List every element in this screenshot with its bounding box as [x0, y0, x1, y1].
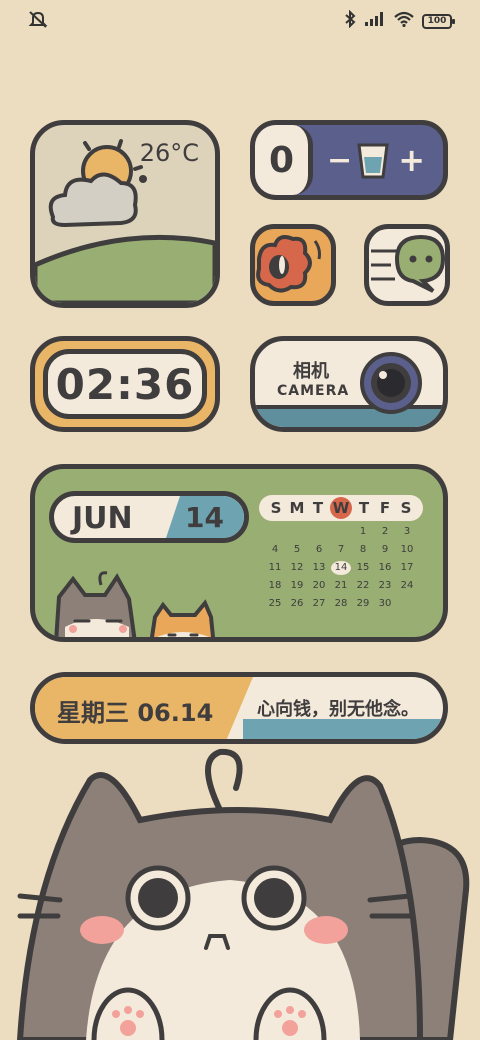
clock-time: 02:36 [43, 349, 207, 419]
calendar-date-cell[interactable]: 19 [287, 579, 307, 593]
battery-icon: 100 [422, 13, 455, 29]
cat-wallpaper [16, 748, 470, 1040]
calendar-date-cell[interactable]: 17 [397, 561, 417, 575]
calendar-date-cell[interactable]: 11 [265, 561, 285, 575]
decrease-water-button[interactable]: − [327, 143, 352, 178]
calendar-month: JUN [72, 501, 133, 536]
calendar-date-cell[interactable]: 29 [353, 597, 373, 611]
wifi-icon [394, 11, 414, 31]
calendar-date-cell[interactable]: 7 [331, 543, 351, 557]
weekday-header: SMTWTFS [259, 495, 423, 521]
calendar-date-cell[interactable]: 28 [331, 597, 351, 611]
calendar-date-cell[interactable]: 15 [353, 561, 373, 575]
cats-illustration [54, 571, 216, 637]
weekday-label: W [330, 497, 352, 519]
quote-widget[interactable]: 星期三 06.14 心向钱，别无他念。 [30, 672, 448, 744]
calendar-date-cell[interactable]: 16 [375, 561, 395, 575]
calendar-date-cell[interactable]: 14 [331, 561, 351, 575]
red-creature-app-icon[interactable] [250, 224, 336, 306]
calendar-week-row: 18 19 20 21 22 23 24 [259, 579, 423, 593]
weekday-label: T [358, 499, 370, 517]
camera-label-en: CAMERA [277, 383, 350, 399]
weekday-label: S [400, 499, 412, 517]
temperature-label: 26°C [139, 139, 199, 167]
weather-widget[interactable]: 26°C [30, 120, 220, 308]
calendar-date-cell[interactable] [397, 597, 417, 611]
calendar-date-cell[interactable]: 6 [309, 543, 329, 557]
camera-widget[interactable]: 相机 CAMERA [250, 336, 448, 432]
calendar-date-cell[interactable]: 9 [375, 543, 395, 557]
status-bar: 100 [0, 0, 480, 40]
date-tag: JUN 14 [49, 491, 249, 543]
mute-icon [28, 10, 48, 32]
calendar-date-cell[interactable]: 2 [375, 525, 395, 539]
water-count: 0 [255, 125, 313, 195]
quote-date: 星期三 06.14 [57, 699, 214, 727]
calendar-date-cell[interactable]: 4 [265, 543, 285, 557]
calendar-week-row: 25 26 27 28 29 30 [259, 597, 423, 611]
green-chat-app-icon[interactable] [364, 224, 450, 306]
camera-lens-icon [359, 351, 423, 419]
calendar-week-row: 4 5 6 7 8 9 10 [259, 543, 423, 557]
calendar-date-cell[interactable]: 22 [353, 579, 373, 593]
calendar-day: 14 [185, 501, 224, 534]
calendar-date-cell[interactable]: 10 [397, 543, 417, 557]
calendar-date-cell[interactable] [265, 525, 285, 539]
calendar-date-cell[interactable] [331, 525, 351, 539]
weekday-label: T [312, 499, 324, 517]
calendar-date-cell[interactable]: 23 [375, 579, 395, 593]
weekday-label: S [270, 499, 282, 517]
clock-widget[interactable]: 02:36 [30, 336, 220, 432]
camera-label-zh: 相机 [293, 361, 329, 382]
calendar-date-cell[interactable]: 24 [397, 579, 417, 593]
calendar-date-cell[interactable]: 3 [397, 525, 417, 539]
calendar-widget[interactable]: JUN 14 SMTWTFS 1 2 3 4 5 6 7 8 9 10 11 12 13 14 15 16 17… [30, 464, 448, 642]
weekday-label: F [379, 499, 391, 517]
calendar-date-cell[interactable]: 8 [353, 543, 373, 557]
calendar-date-cell[interactable] [287, 525, 307, 539]
month-grid: SMTWTFS 1 2 3 4 5 6 7 8 9 10 11 12 13 14 15 16 17 18 19 20 2… [259, 495, 423, 611]
calendar-date-cell[interactable]: 18 [265, 579, 285, 593]
calendar-date-cell[interactable]: 21 [331, 579, 351, 593]
calendar-date-cell[interactable]: 20 [309, 579, 329, 593]
water-tracker-widget: 0 − + [250, 120, 448, 200]
calendar-date-cell[interactable]: 25 [265, 597, 285, 611]
signal-icon [364, 11, 386, 31]
weekday-label: M [289, 499, 305, 517]
water-glass-icon [355, 141, 391, 185]
date-grid: 1 2 3 4 5 6 7 8 9 10 11 12 13 14 15 16 17 18 19 20 21 22 23 24 2… [259, 525, 423, 611]
calendar-date-cell[interactable]: 27 [309, 597, 329, 611]
calendar-week-row: 11 12 13 14 15 16 17 [259, 561, 423, 575]
calendar-date-cell[interactable]: 13 [309, 561, 329, 575]
calendar-date-cell[interactable]: 30 [375, 597, 395, 611]
calendar-date-cell[interactable]: 1 [353, 525, 373, 539]
increase-water-button[interactable]: + [398, 141, 425, 179]
quote-wave [243, 719, 443, 739]
quote-motto: 心向钱，别无他念。 [257, 699, 419, 720]
calendar-date-cell[interactable] [309, 525, 329, 539]
calendar-date-cell[interactable]: 12 [287, 561, 307, 575]
bluetooth-icon [344, 9, 356, 32]
calendar-date-cell[interactable]: 5 [287, 543, 307, 557]
calendar-date-cell[interactable]: 26 [287, 597, 307, 611]
calendar-week-row: 123 [259, 525, 423, 539]
